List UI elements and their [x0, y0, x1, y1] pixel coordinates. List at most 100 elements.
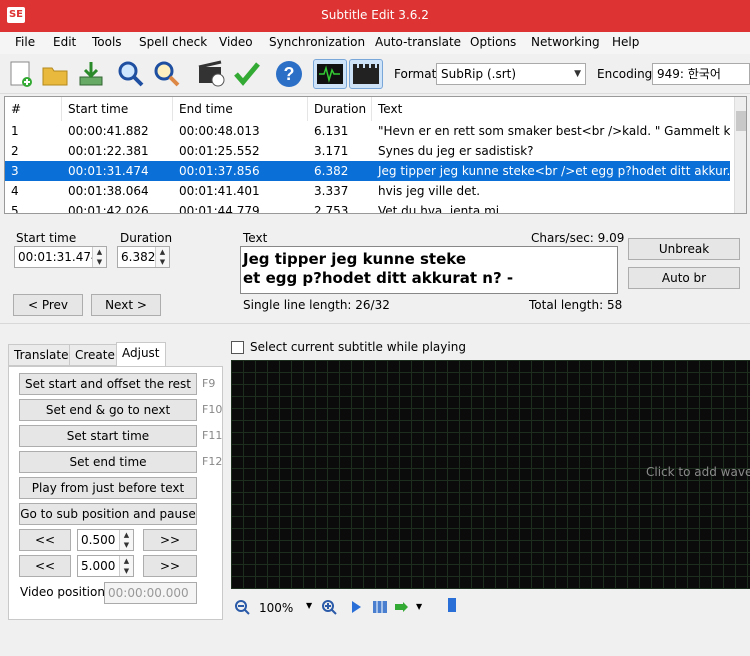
table-row[interactable]: 5 00:01:42.026 00:01:44.779 2.753 Vet du…	[5, 201, 730, 214]
start-time-value: 00:01:31.474	[18, 250, 99, 264]
menu-networking[interactable]: Networking	[531, 35, 600, 49]
row-duration: 6.382	[314, 164, 349, 178]
tab-create[interactable]: Create	[69, 344, 121, 366]
shortcut-label: F10	[202, 403, 223, 416]
visual-sync-icon[interactable]	[196, 59, 226, 89]
subtitle-grid[interactable]: # Start time End time Duration Text 1 00…	[4, 96, 747, 214]
start-time-input[interactable]: 00:01:31.474 ▲ ▼	[14, 246, 107, 268]
open-folder-icon[interactable]	[40, 59, 70, 89]
large-step-input[interactable]: 5.000 ▲ ▼	[77, 555, 134, 577]
prev-button[interactable]: < Prev	[13, 294, 83, 316]
select-while-playing-label: Select current subtitle while playing	[250, 340, 466, 354]
menu-synchronization[interactable]: Synchronization	[269, 35, 365, 49]
row-duration: 3.337	[314, 184, 349, 198]
encoding-select[interactable]: 949: 한국어	[652, 63, 750, 85]
total-length: Total length: 58	[529, 298, 623, 312]
step-forward-small-button[interactable]: >>	[143, 529, 197, 551]
col-header-number[interactable]: #	[5, 97, 62, 121]
zoom-level[interactable]: 100%	[259, 601, 293, 615]
set-start-time-button[interactable]: Set start time	[19, 425, 197, 447]
frames-icon[interactable]	[372, 599, 388, 615]
menu-options[interactable]: Options	[470, 35, 516, 49]
zoom-out-icon[interactable]	[234, 599, 250, 615]
unbreak-button[interactable]: Unbreak	[628, 238, 740, 260]
video-position-input[interactable]: 00:00:00.000	[104, 582, 197, 604]
set-end-go-next-button[interactable]: Set end & go to next	[19, 399, 197, 421]
splitter[interactable]	[0, 323, 750, 324]
spinner-arrows-icon[interactable]: ▲ ▼	[119, 530, 133, 550]
zoom-in-icon[interactable]	[321, 599, 337, 615]
grid-scrollbar[interactable]	[734, 97, 746, 213]
toolbar: ? Format SubRip (.srt) ▼ Encoding 949: 한…	[0, 54, 750, 94]
arrows-right-icon[interactable]	[394, 601, 412, 613]
menu-help[interactable]: Help	[612, 35, 639, 49]
chevron-down-icon: ▼	[574, 69, 581, 79]
menu-video[interactable]: Video	[219, 35, 253, 49]
chevron-down-icon[interactable]: ▼	[306, 601, 312, 610]
help-icon[interactable]: ?	[274, 59, 304, 89]
duration-input[interactable]: 6.382 ▲ ▼	[117, 246, 170, 268]
spinner-arrows-icon[interactable]: ▲ ▼	[119, 556, 133, 576]
small-step-input[interactable]: 0.500 ▲ ▼	[77, 529, 134, 551]
save-download-icon[interactable]	[76, 59, 106, 89]
shortcut-label: F9	[202, 377, 216, 390]
row-start-time: 00:01:42.026	[68, 204, 149, 214]
step-forward-large-button[interactable]: >>	[143, 555, 197, 577]
row-number: 4	[11, 184, 19, 198]
table-row-selected[interactable]: 3 00:01:31.474 00:01:37.856 6.382 Jeg ti…	[5, 161, 730, 181]
menu-tools[interactable]: Tools	[92, 35, 122, 49]
play-before-text-button[interactable]: Play from just before text	[19, 477, 197, 499]
scrollbar-thumb[interactable]	[736, 111, 746, 131]
encoding-select-value: 949: 한국어	[657, 67, 721, 81]
col-header-start-time[interactable]: Start time	[62, 97, 173, 121]
step-back-small-button[interactable]: <<	[19, 529, 71, 551]
menu-spell-check[interactable]: Spell check	[139, 35, 207, 49]
play-icon[interactable]	[350, 600, 362, 614]
waveform-panel[interactable]: Click to add waveform	[231, 360, 750, 589]
tab-adjust[interactable]: Adjust	[116, 342, 166, 366]
spinner-arrows-icon[interactable]: ▲ ▼	[155, 247, 169, 267]
row-text: Jeg tipper jeg kunne steke<br />et egg p…	[378, 164, 730, 178]
next-button[interactable]: Next >	[91, 294, 161, 316]
col-header-duration[interactable]: Duration	[308, 97, 372, 121]
row-start-time: 00:01:31.474	[68, 164, 149, 178]
set-start-offset-button[interactable]: Set start and offset the rest	[19, 373, 197, 395]
col-header-text[interactable]: Text	[372, 97, 730, 121]
find-icon[interactable]	[116, 59, 146, 89]
auto-br-button[interactable]: Auto br	[628, 267, 740, 289]
table-row[interactable]: 2 00:01:22.381 00:01:25.552 3.171 Synes …	[5, 141, 730, 161]
row-start-time: 00:00:41.882	[68, 124, 149, 138]
col-header-end-time[interactable]: End time	[173, 97, 308, 121]
go-to-sub-pause-button[interactable]: Go to sub position and pause	[19, 503, 197, 525]
spinner-arrows-icon[interactable]: ▲ ▼	[92, 247, 106, 267]
format-select[interactable]: SubRip (.srt) ▼	[436, 63, 586, 85]
subtitle-text-input[interactable]: Jeg tipper jeg kunne steke et egg p?hode…	[240, 246, 618, 294]
table-row[interactable]: 1 00:00:41.882 00:00:48.013 6.131 "Hevn …	[5, 121, 730, 141]
set-end-time-button[interactable]: Set end time	[19, 451, 197, 473]
menu-edit[interactable]: Edit	[53, 35, 76, 49]
select-while-playing-checkbox[interactable]	[231, 341, 244, 354]
row-end-time: 00:01:44.779	[179, 204, 260, 214]
row-number: 5	[11, 204, 19, 214]
table-row[interactable]: 4 00:01:38.064 00:01:41.401 3.337 hvis j…	[5, 181, 730, 201]
start-time-label: Start time	[16, 231, 77, 245]
menu-auto-translate[interactable]: Auto-translate	[375, 35, 461, 49]
shortcut-label: F11	[202, 429, 223, 442]
waveform-toggle-icon[interactable]	[313, 59, 347, 89]
spell-check-icon[interactable]	[232, 59, 262, 89]
svg-text:?: ?	[284, 64, 295, 84]
encoding-label: Encoding	[597, 67, 653, 81]
replace-icon[interactable]	[152, 59, 182, 89]
row-text: hvis jeg ville det.	[378, 184, 481, 198]
position-slider-thumb[interactable]	[448, 598, 456, 612]
step-back-large-button[interactable]: <<	[19, 555, 71, 577]
chevron-down-icon[interactable]: ▼	[416, 602, 422, 611]
new-file-icon[interactable]	[6, 59, 36, 89]
row-number: 2	[11, 144, 19, 158]
text-line-2: et egg p?hodet ditt akkurat n? -	[243, 269, 514, 287]
format-select-value: SubRip (.srt)	[441, 67, 517, 81]
tab-translate[interactable]: Translate	[8, 344, 75, 366]
video-toggle-icon[interactable]	[349, 59, 383, 89]
menu-file[interactable]: File	[15, 35, 35, 49]
row-duration: 6.131	[314, 124, 349, 138]
